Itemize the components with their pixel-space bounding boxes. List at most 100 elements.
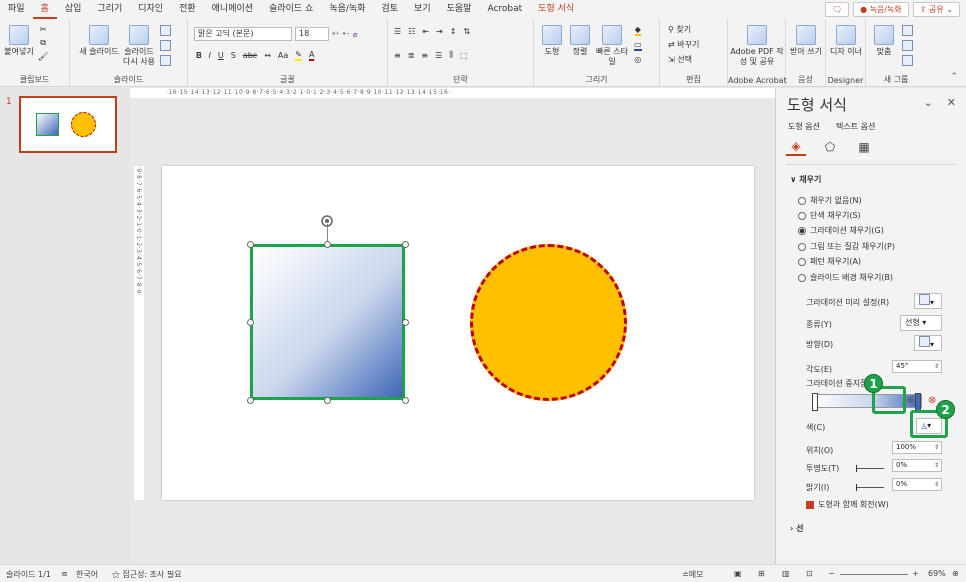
resize-handle-w[interactable] xyxy=(247,319,254,326)
gradient-stop-0[interactable] xyxy=(812,393,818,411)
justify-icon[interactable]: ☰ xyxy=(435,51,442,60)
zoom-level[interactable]: 69% xyxy=(928,569,946,578)
tab-shape-format[interactable]: 도형 서식 xyxy=(530,0,582,19)
preset-dropdown[interactable]: ▾ xyxy=(914,293,942,309)
zoom-in-icon[interactable]: + xyxy=(912,569,919,578)
italic-icon[interactable]: 𝐼 xyxy=(209,51,211,61)
resize-handle-ne[interactable] xyxy=(402,241,409,248)
remove-stop-icon[interactable]: ⊗ xyxy=(928,395,936,406)
arrange-button[interactable]: 정렬 xyxy=(566,25,594,57)
change-case-icon[interactable]: Aa xyxy=(278,51,288,60)
select-button[interactable]: ⇲ 선택 xyxy=(668,54,692,65)
tab-shape-options[interactable]: 도형 옵션 xyxy=(788,121,820,132)
cut-icon[interactable]: ✂ xyxy=(40,25,47,34)
text-direction-icon[interactable]: ⇅ xyxy=(463,27,470,36)
align-text-icon[interactable]: ⬚ xyxy=(460,51,468,60)
add-stop-icon[interactable]: ⊕ xyxy=(906,395,914,406)
resize-handle-se[interactable] xyxy=(402,397,409,404)
notes-button[interactable]: ≐메모 xyxy=(682,569,703,580)
tab-view[interactable]: 보기 xyxy=(406,0,439,19)
tab-insert[interactable]: 삽입 xyxy=(57,0,90,19)
layout-icon[interactable] xyxy=(160,25,171,36)
resize-handle-e[interactable] xyxy=(402,319,409,326)
slideshow-icon[interactable]: ⊡ xyxy=(806,569,813,578)
share-button[interactable]: ⇪ 공유 ⌄ xyxy=(912,2,960,17)
shape-outline-icon[interactable]: ▭ xyxy=(634,40,642,51)
tab-review[interactable]: 검토 xyxy=(373,0,406,19)
font-size-combo[interactable]: 18 xyxy=(295,27,329,41)
tab-home[interactable]: 홈 xyxy=(32,0,57,19)
find-button[interactable]: ⚲ 찾기 xyxy=(668,24,691,35)
gradient-rectangle[interactable] xyxy=(250,244,405,400)
tab-draw[interactable]: 그리기 xyxy=(89,0,130,19)
reading-view-icon[interactable]: ▥ xyxy=(782,569,790,578)
type-dropdown[interactable]: 선형 ▾ xyxy=(900,315,942,331)
numbering-icon[interactable]: ☷ xyxy=(408,27,415,36)
dictate-button[interactable]: 받아 쓰기 xyxy=(790,25,822,57)
direction-dropdown[interactable]: ▾ xyxy=(914,335,942,351)
normal-view-icon[interactable]: ▣ xyxy=(734,569,742,578)
radio-gradient-fill[interactable]: 그라데이션 채우기(G) xyxy=(798,225,884,236)
section-icon[interactable] xyxy=(160,55,171,66)
align-left-icon[interactable]: ≡ xyxy=(394,51,401,60)
slide-thumbnail[interactable] xyxy=(19,96,117,153)
tab-text-options[interactable]: 텍스트 옵션 xyxy=(836,121,875,132)
clear-format-icon[interactable]: ⌀ xyxy=(353,30,358,39)
shape-fill-icon[interactable]: ◆ xyxy=(634,25,641,36)
transparency-spinner[interactable]: 0% ⇕ xyxy=(892,459,942,472)
fill-section-header[interactable]: ∨ 채우기 xyxy=(790,174,821,185)
pane-options-chevron-icon[interactable]: ⌄ xyxy=(924,96,933,109)
tab-transitions[interactable]: 전환 xyxy=(171,0,204,19)
resize-handle-n[interactable] xyxy=(324,241,331,248)
char-spacing-icon[interactable]: ↔ xyxy=(264,51,271,60)
fill-line-icon[interactable]: ◈ xyxy=(786,138,806,156)
yellow-circle[interactable] xyxy=(470,244,627,401)
highlight-icon[interactable]: ✎ xyxy=(295,50,302,61)
radio-background-fill[interactable]: 슬라이드 배경 채우기(B) xyxy=(798,272,893,283)
status-language[interactable]: 한국어 xyxy=(76,569,98,580)
brightness-spinner[interactable]: 0% ⇕ xyxy=(892,478,942,491)
spellcheck-icon[interactable]: ⧈ xyxy=(62,569,67,579)
new-group-icon-2[interactable] xyxy=(902,40,913,51)
shrink-font-icon[interactable]: ᵃ⁻ xyxy=(342,30,349,39)
font-name-combo[interactable]: 맑은 고딕 (본문) xyxy=(194,27,292,41)
zoom-slider[interactable] xyxy=(840,574,908,575)
new-group-icon-1[interactable] xyxy=(902,25,913,36)
quick-styles-button[interactable]: 빠른 스타일 xyxy=(594,25,630,67)
decrease-indent-icon[interactable]: ⇤ xyxy=(422,27,429,36)
resize-handle-s[interactable] xyxy=(324,397,331,404)
format-painter-icon[interactable]: 🖌 xyxy=(38,52,48,61)
fit-button[interactable]: 맞춤 xyxy=(870,25,898,57)
new-slide-button[interactable]: 새 슬라이드 xyxy=(76,25,122,57)
paste-button[interactable]: 붙여넣기 xyxy=(4,25,34,57)
shadow-icon[interactable]: S xyxy=(231,51,236,60)
increase-indent-icon[interactable]: ⇥ xyxy=(436,27,443,36)
gradient-stop-100[interactable] xyxy=(915,393,921,411)
line-section-header[interactable]: › 선 xyxy=(790,523,803,534)
zoom-out-icon[interactable]: − xyxy=(828,569,835,578)
grow-font-icon[interactable]: ᵃ⁺ xyxy=(332,30,339,39)
align-right-icon[interactable]: ≡ xyxy=(421,51,428,60)
transparency-slider[interactable] xyxy=(856,465,884,472)
designer-button[interactable]: 디자 이너 xyxy=(830,25,862,57)
slide-sorter-icon[interactable]: ⊞ xyxy=(758,569,765,578)
tab-acrobat[interactable]: Acrobat xyxy=(479,0,530,19)
tab-slideshow[interactable]: 슬라이드 쇼 xyxy=(261,0,321,19)
new-group-icon-3[interactable] xyxy=(902,55,913,66)
radio-picture-fill[interactable]: 그림 또는 질감 채우기(P) xyxy=(798,241,895,252)
radio-solid-fill[interactable]: 단색 채우기(S) xyxy=(798,210,861,221)
shape-effects-icon[interactable]: ◎ xyxy=(634,55,641,64)
create-pdf-button[interactable]: Adobe PDF 작성 및 공유 xyxy=(730,25,784,67)
bold-icon[interactable]: 𝐁 xyxy=(196,51,202,61)
radio-no-fill[interactable]: 채우기 없음(N) xyxy=(798,195,862,206)
resize-handle-sw[interactable] xyxy=(247,397,254,404)
tab-record[interactable]: 녹음/녹화 xyxy=(321,0,373,19)
close-icon[interactable]: ✕ xyxy=(947,96,956,109)
position-spinner[interactable]: 100% ⇕ xyxy=(892,441,942,454)
rotate-handle-icon[interactable] xyxy=(320,214,334,228)
slide-canvas[interactable] xyxy=(162,166,754,500)
collapse-ribbon-icon[interactable]: ⌃ xyxy=(950,72,958,82)
columns-icon[interactable]: ⫼ xyxy=(449,50,453,60)
tab-file[interactable]: 파일 xyxy=(0,0,33,19)
rotate-with-shape-checkbox[interactable]: 도형과 함께 회전(W) xyxy=(806,499,889,510)
